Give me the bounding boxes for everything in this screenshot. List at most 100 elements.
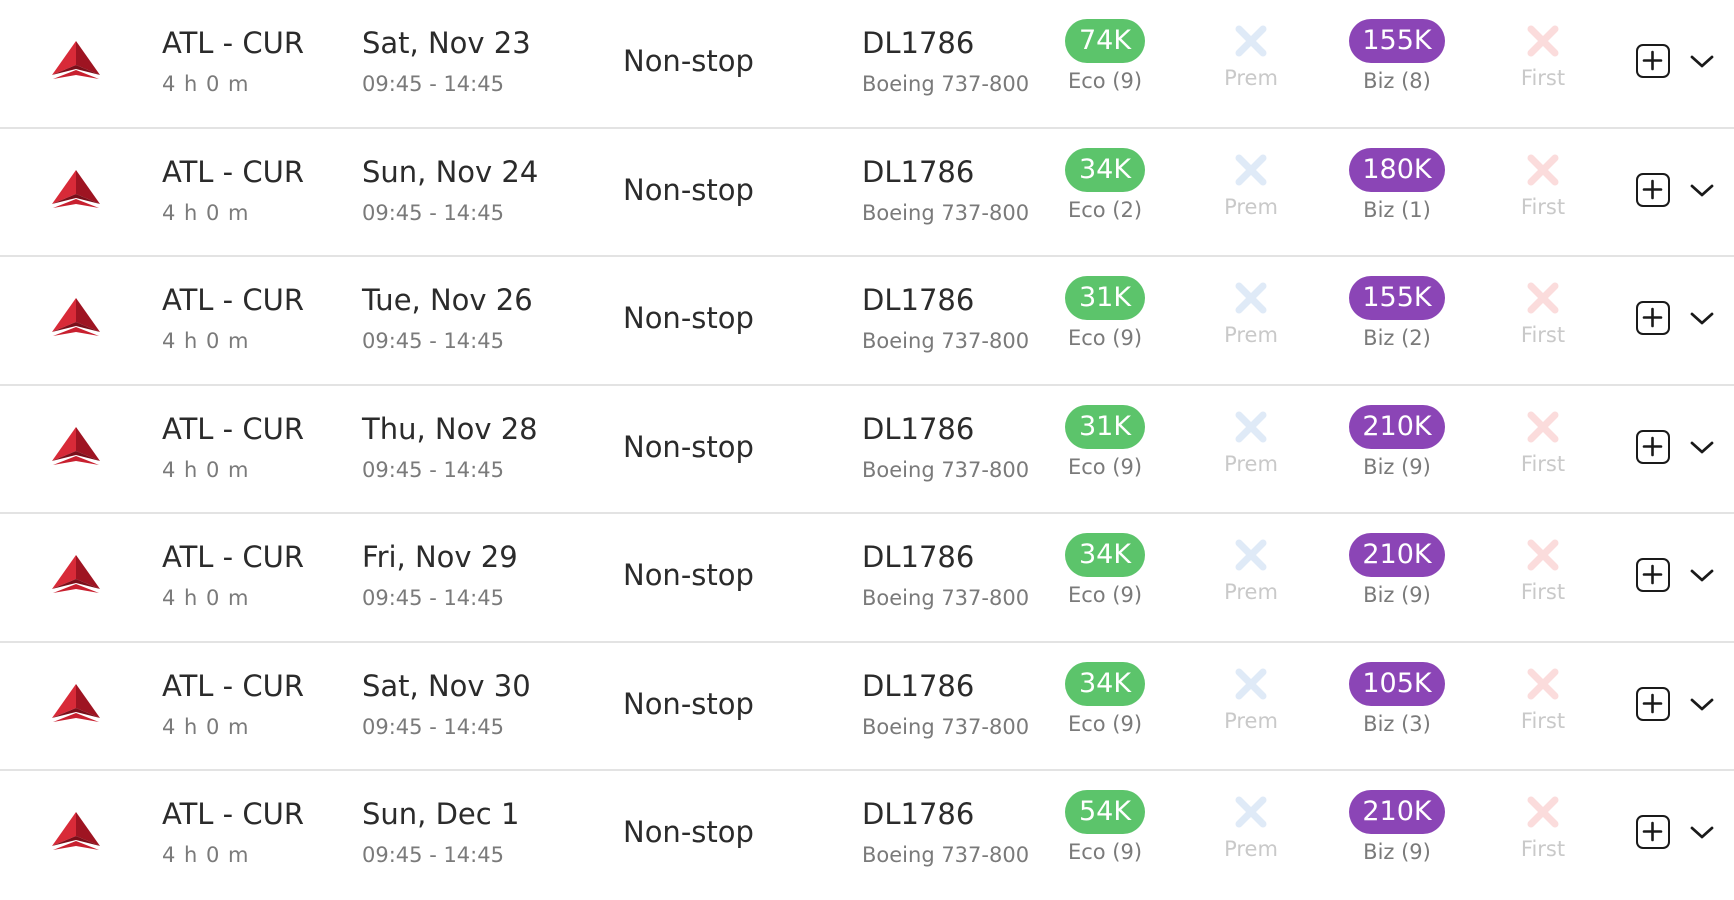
fare-business[interactable]: 155K Biz (8) (1342, 0, 1452, 93)
departure-date: Sun, Nov 24 (362, 154, 539, 189)
business-price-badge[interactable]: 180K (1349, 147, 1445, 192)
fare-premium: Prem (1196, 514, 1306, 604)
plus-square-icon (1642, 564, 1663, 585)
flight-row[interactable]: ATL - CUR 4 h 0 m Sun, Nov 24 09:45 - 14… (0, 129, 1734, 257)
delta-airline-logo-icon (50, 810, 102, 854)
flight-row[interactable]: ATL - CUR 4 h 0 m Sat, Nov 30 09:45 - 14… (0, 643, 1734, 771)
x-mark-icon (1524, 279, 1562, 317)
chevron-down-icon (1690, 826, 1714, 839)
x-mark-icon (1524, 151, 1562, 189)
premium-cabin-label: Prem (1224, 194, 1278, 219)
fare-economy[interactable]: 34K Eco (2) (1050, 129, 1160, 222)
departure-date: Sun, Dec 1 (362, 797, 520, 831)
economy-price-badge[interactable]: 31K (1065, 404, 1145, 449)
expand-details-button[interactable] (1688, 50, 1716, 72)
route: ATL - CUR (162, 797, 304, 831)
fare-economy[interactable]: 54K Eco (9) (1050, 771, 1160, 864)
business-price-badge[interactable]: 210K (1349, 404, 1445, 449)
fare-economy[interactable]: 31K Eco (9) (1050, 257, 1160, 350)
stops: Non-stop (623, 686, 754, 721)
expand-details-button[interactable] (1688, 179, 1716, 201)
fare-first: First (1488, 771, 1598, 861)
duration: 4 h 0 m (162, 200, 250, 225)
fare-first: First (1488, 129, 1598, 219)
x-mark-icon (1524, 793, 1562, 831)
duration: 4 h 0 m (162, 329, 250, 353)
fare-business[interactable]: 105K Biz (3) (1342, 643, 1452, 736)
flight-row[interactable]: ATL - CUR 4 h 0 m Fri, Nov 29 09:45 - 14… (0, 514, 1734, 643)
departure-arrival-times: 09:45 - 14:45 (362, 586, 504, 610)
expand-details-button[interactable] (1688, 436, 1716, 458)
fare-premium: Prem (1196, 771, 1306, 861)
economy-price-badge[interactable]: 74K (1065, 19, 1145, 63)
add-flight-button[interactable] (1636, 172, 1670, 207)
stops: Non-stop (623, 429, 754, 464)
economy-price-badge[interactable]: 31K (1065, 276, 1145, 320)
departure-arrival-times: 09:45 - 14:45 (362, 72, 504, 96)
fare-business[interactable]: 210K Biz (9) (1342, 386, 1452, 479)
delta-airline-logo-icon (50, 296, 102, 340)
premium-cabin-label: Prem (1224, 708, 1278, 733)
duration: 4 h 0 m (162, 72, 250, 96)
x-mark-icon (1232, 279, 1270, 317)
x-mark-icon (1232, 665, 1270, 703)
fare-first: First (1488, 643, 1598, 733)
economy-price-badge[interactable]: 34K (1065, 533, 1145, 577)
duration: 4 h 0 m (162, 843, 250, 867)
economy-price-badge[interactable]: 54K (1065, 790, 1145, 834)
business-price-badge[interactable]: 105K (1349, 661, 1445, 706)
flight-row[interactable]: ATL - CUR 4 h 0 m Thu, Nov 28 09:45 - 14… (0, 386, 1734, 514)
flight-row[interactable]: ATL - CUR 4 h 0 m Tue, Nov 26 09:45 - 14… (0, 257, 1734, 386)
fare-economy[interactable]: 74K Eco (9) (1050, 0, 1160, 93)
chevron-down-icon (1690, 441, 1714, 453)
add-flight-button[interactable] (1636, 429, 1670, 464)
business-cabin-label: Biz (2) (1363, 326, 1431, 350)
chevron-down-icon (1690, 184, 1714, 196)
flight-number: DL1786 (862, 540, 975, 574)
premium-cabin-label: Prem (1224, 837, 1278, 861)
delta-airline-logo-icon (50, 553, 102, 597)
first-cabin-label: First (1520, 580, 1566, 604)
fare-economy[interactable]: 34K Eco (9) (1050, 514, 1160, 607)
route: ATL - CUR (162, 26, 304, 60)
economy-price-badge[interactable]: 34K (1065, 147, 1145, 192)
economy-price-badge[interactable]: 34K (1065, 661, 1145, 706)
fare-first: First (1488, 386, 1598, 476)
economy-cabin-label: Eco (9) (1067, 69, 1143, 93)
stops: Non-stop (623, 301, 754, 335)
fare-business[interactable]: 180K Biz (1) (1342, 129, 1452, 222)
fare-business[interactable]: 210K Biz (9) (1342, 514, 1452, 607)
business-price-badge[interactable]: 210K (1349, 533, 1445, 577)
chevron-down-icon (1690, 312, 1714, 325)
business-cabin-label: Biz (9) (1363, 840, 1431, 864)
add-flight-button[interactable] (1636, 301, 1670, 335)
fare-economy[interactable]: 34K Eco (9) (1050, 643, 1160, 736)
add-flight-button[interactable] (1636, 558, 1670, 592)
aircraft-type: Boeing 737-800 (862, 586, 1030, 610)
fare-business[interactable]: 155K Biz (2) (1342, 257, 1452, 350)
business-price-badge[interactable]: 155K (1349, 19, 1445, 63)
business-price-badge[interactable]: 155K (1349, 276, 1445, 320)
chevron-down-icon (1690, 569, 1714, 582)
business-cabin-label: Biz (8) (1363, 69, 1431, 93)
business-cabin-label: Biz (3) (1363, 711, 1431, 736)
flight-row[interactable]: ATL - CUR 4 h 0 m Sun, Dec 1 09:45 - 14:… (0, 771, 1734, 900)
expand-details-button[interactable] (1688, 307, 1716, 329)
delta-airline-logo-icon (50, 682, 102, 726)
aircraft-type: Boeing 737-800 (862, 843, 1030, 867)
flight-row[interactable]: ATL - CUR 4 h 0 m Sat, Nov 23 09:45 - 14… (0, 0, 1734, 129)
route: ATL - CUR (162, 283, 304, 317)
add-flight-button[interactable] (1636, 815, 1670, 849)
chevron-down-icon (1690, 55, 1714, 68)
expand-details-button[interactable] (1688, 693, 1716, 715)
first-cabin-label: First (1520, 451, 1566, 476)
expand-details-button[interactable] (1688, 564, 1716, 586)
plus-square-icon (1642, 179, 1663, 199)
business-price-badge[interactable]: 210K (1349, 790, 1445, 834)
add-flight-button[interactable] (1636, 44, 1670, 78)
fare-business[interactable]: 210K Biz (9) (1342, 771, 1452, 864)
fare-economy[interactable]: 31K Eco (9) (1050, 386, 1160, 479)
stops: Non-stop (623, 172, 754, 207)
add-flight-button[interactable] (1636, 686, 1670, 721)
expand-details-button[interactable] (1688, 821, 1716, 843)
